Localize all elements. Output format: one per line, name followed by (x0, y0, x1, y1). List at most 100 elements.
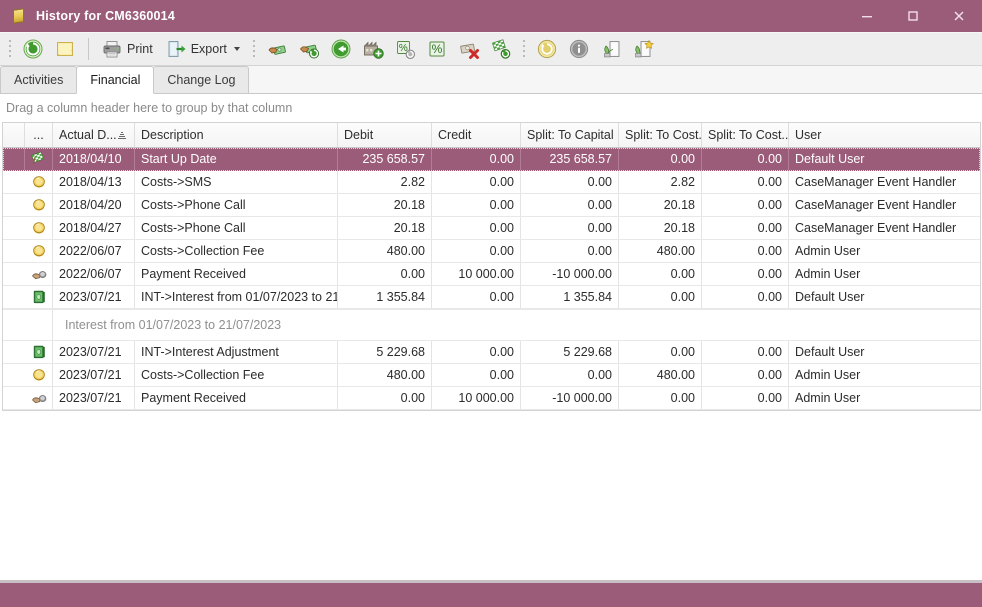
finalise-button[interactable] (486, 35, 516, 63)
cell-description: Payment Received (135, 263, 338, 285)
table-row[interactable]: 2018/04/20 Costs->Phone Call 20.18 0.00 0.00… (3, 194, 980, 217)
cell-description: Start Up Date (135, 148, 338, 170)
cell-actual-date: 2023/07/21 (53, 364, 135, 386)
import-button[interactable] (596, 35, 626, 63)
cell-split-to-capital: 0.00 (521, 171, 619, 193)
cell-description: Costs->SMS (135, 171, 338, 193)
column-header-debit[interactable]: Debit (338, 123, 432, 147)
delete-transaction-button[interactable] (454, 35, 484, 63)
money-delete-icon (458, 38, 480, 60)
tab-change-log[interactable]: Change Log (153, 66, 250, 93)
reverse-payment-button[interactable] (294, 35, 324, 63)
cell-split-to-cost-1: 0.00 (619, 263, 702, 285)
cell-split-to-cost-2: 0.00 (702, 194, 789, 216)
history-button[interactable] (532, 35, 562, 63)
notes-button[interactable] (50, 35, 80, 63)
interest-button[interactable]: % (422, 35, 452, 63)
column-header-icon[interactable]: ... (25, 123, 53, 147)
row-indicator (3, 263, 25, 285)
gold-coin-icon (25, 364, 53, 386)
table-row[interactable]: 2022/06/07 Payment Received 0.00 10 000.00-… (3, 263, 980, 286)
cell-split-to-capital: 235 658.57 (521, 148, 619, 170)
minimize-button[interactable] (844, 0, 890, 32)
bottom-gap (0, 495, 982, 580)
column-header-user-label: User (795, 128, 822, 142)
allocate-button[interactable] (358, 35, 388, 63)
table-row[interactable]: 2023/07/21 Payment Received 0.00 10 000.00-… (3, 387, 980, 410)
import-plant-new-icon (632, 38, 654, 60)
cell-split-to-cost-2: 0.00 (702, 171, 789, 193)
row-indicator (3, 240, 25, 262)
column-header-user[interactable]: User (789, 123, 980, 147)
info-icon (568, 38, 590, 60)
grid-rows: → 2018/04/10 Start Up Date 235 658.57 0.00 23… (3, 148, 980, 410)
cell-actual-date: 2022/06/07 (53, 240, 135, 262)
column-header-actual-date[interactable]: Actual D... (53, 123, 135, 147)
maximize-button[interactable] (890, 0, 936, 32)
row-indicator (3, 364, 25, 386)
cell-credit: 0.00 (432, 148, 521, 170)
gold-coin-icon (25, 194, 53, 216)
hand-coin-icon (25, 387, 53, 409)
tab-financial[interactable]: Financial (76, 66, 155, 94)
table-row[interactable]: 2018/04/27 Costs->Phone Call 20.18 0.00 0.00… (3, 217, 980, 240)
cell-split-to-capital: -10 000.00 (521, 263, 619, 285)
toolbar-grip-2[interactable] (250, 38, 258, 60)
grid-container: ... Actual D... Description Debit Credit… (0, 122, 982, 496)
cell-split-to-cost-2: 0.00 (702, 240, 789, 262)
refresh-button[interactable] (18, 35, 48, 63)
factory-add-icon (362, 38, 384, 60)
column-header-description[interactable]: Description (135, 123, 338, 147)
receipt-payment-button[interactable] (262, 35, 292, 63)
cell-actual-date: 2018/04/13 (53, 171, 135, 193)
export-door-icon (165, 38, 187, 60)
toolbar-grip-3[interactable] (520, 38, 528, 60)
toolbar-grip[interactable] (6, 38, 14, 60)
cell-split-to-capital: 5 229.68 (521, 341, 619, 363)
gold-coin-icon (25, 240, 53, 262)
cell-actual-date: 2023/07/21 (53, 387, 135, 409)
cell-debit: 480.00 (338, 240, 432, 262)
column-header-split-cost-1[interactable]: Split: To Cost... (619, 123, 702, 147)
print-button[interactable]: Print (97, 35, 159, 63)
table-row[interactable]: 2018/04/13 Costs->SMS 2.82 0.00 0.00 2.82 0.00… (3, 171, 980, 194)
table-row[interactable]: 2022/06/07 Costs->Collection Fee 480.00 0.0… (3, 240, 980, 263)
column-header-actual-date-label: Actual D... (59, 128, 117, 142)
cell-actual-date: 2018/04/20 (53, 194, 135, 216)
cell-description: Costs->Collection Fee (135, 364, 338, 386)
cell-debit: 20.18 (338, 217, 432, 239)
cell-credit: 0.00 (432, 364, 521, 386)
group-by-panel[interactable]: Drag a column header here to group by th… (0, 94, 982, 122)
cell-user: CaseManager Event Handler (795, 175, 957, 189)
table-row[interactable]: 2023/07/21 Costs->Collection Fee 480.00 0.0… (3, 364, 980, 387)
table-row[interactable]: 2023/07/21 INT->Interest Adjustment 5 229.… (3, 341, 980, 364)
application-window: History for CM6360014 Print Export % % A… (0, 0, 982, 607)
cell-split-to-cost-1: 0.00 (619, 286, 702, 308)
cell-debit: 235 658.57 (338, 148, 432, 170)
grid-header-row: ... Actual D... Description Debit Credit… (3, 123, 980, 148)
cell-user: CaseManager Event Handler (795, 198, 957, 212)
current-row-arrow-icon: → (7, 151, 20, 167)
cell-credit: 10 000.00 (432, 263, 521, 285)
close-button[interactable] (936, 0, 982, 32)
table-row[interactable]: 2023/07/21 INT->Interest from 01/07/2023 … (3, 286, 980, 309)
row-indicator (3, 341, 25, 363)
interest-refresh-button[interactable]: % (390, 35, 420, 63)
cell-credit: 0.00 (432, 341, 521, 363)
cell-credit: 0.00 (432, 286, 521, 308)
row-indicator (3, 217, 25, 239)
column-header-split-capital[interactable]: Split: To Capital (521, 123, 619, 147)
column-header-credit[interactable]: Credit (432, 123, 521, 147)
undo-transaction-button[interactable] (326, 35, 356, 63)
toolbar-separator-1 (88, 37, 89, 60)
tab-activities[interactable]: Activities (0, 66, 78, 93)
import-new-button[interactable] (628, 35, 658, 63)
info-button[interactable] (564, 35, 594, 63)
table-row[interactable]: → 2018/04/10 Start Up Date 235 658.57 0.00 23… (3, 148, 980, 171)
hand-cash-refresh-icon (298, 38, 320, 60)
column-header-split-cost-2[interactable]: Split: To Cost... (702, 123, 789, 147)
export-button[interactable]: Export (161, 35, 246, 63)
cell-credit: 0.00 (432, 217, 521, 239)
cell-user: Default User (795, 152, 865, 166)
cell-debit: 20.18 (338, 194, 432, 216)
